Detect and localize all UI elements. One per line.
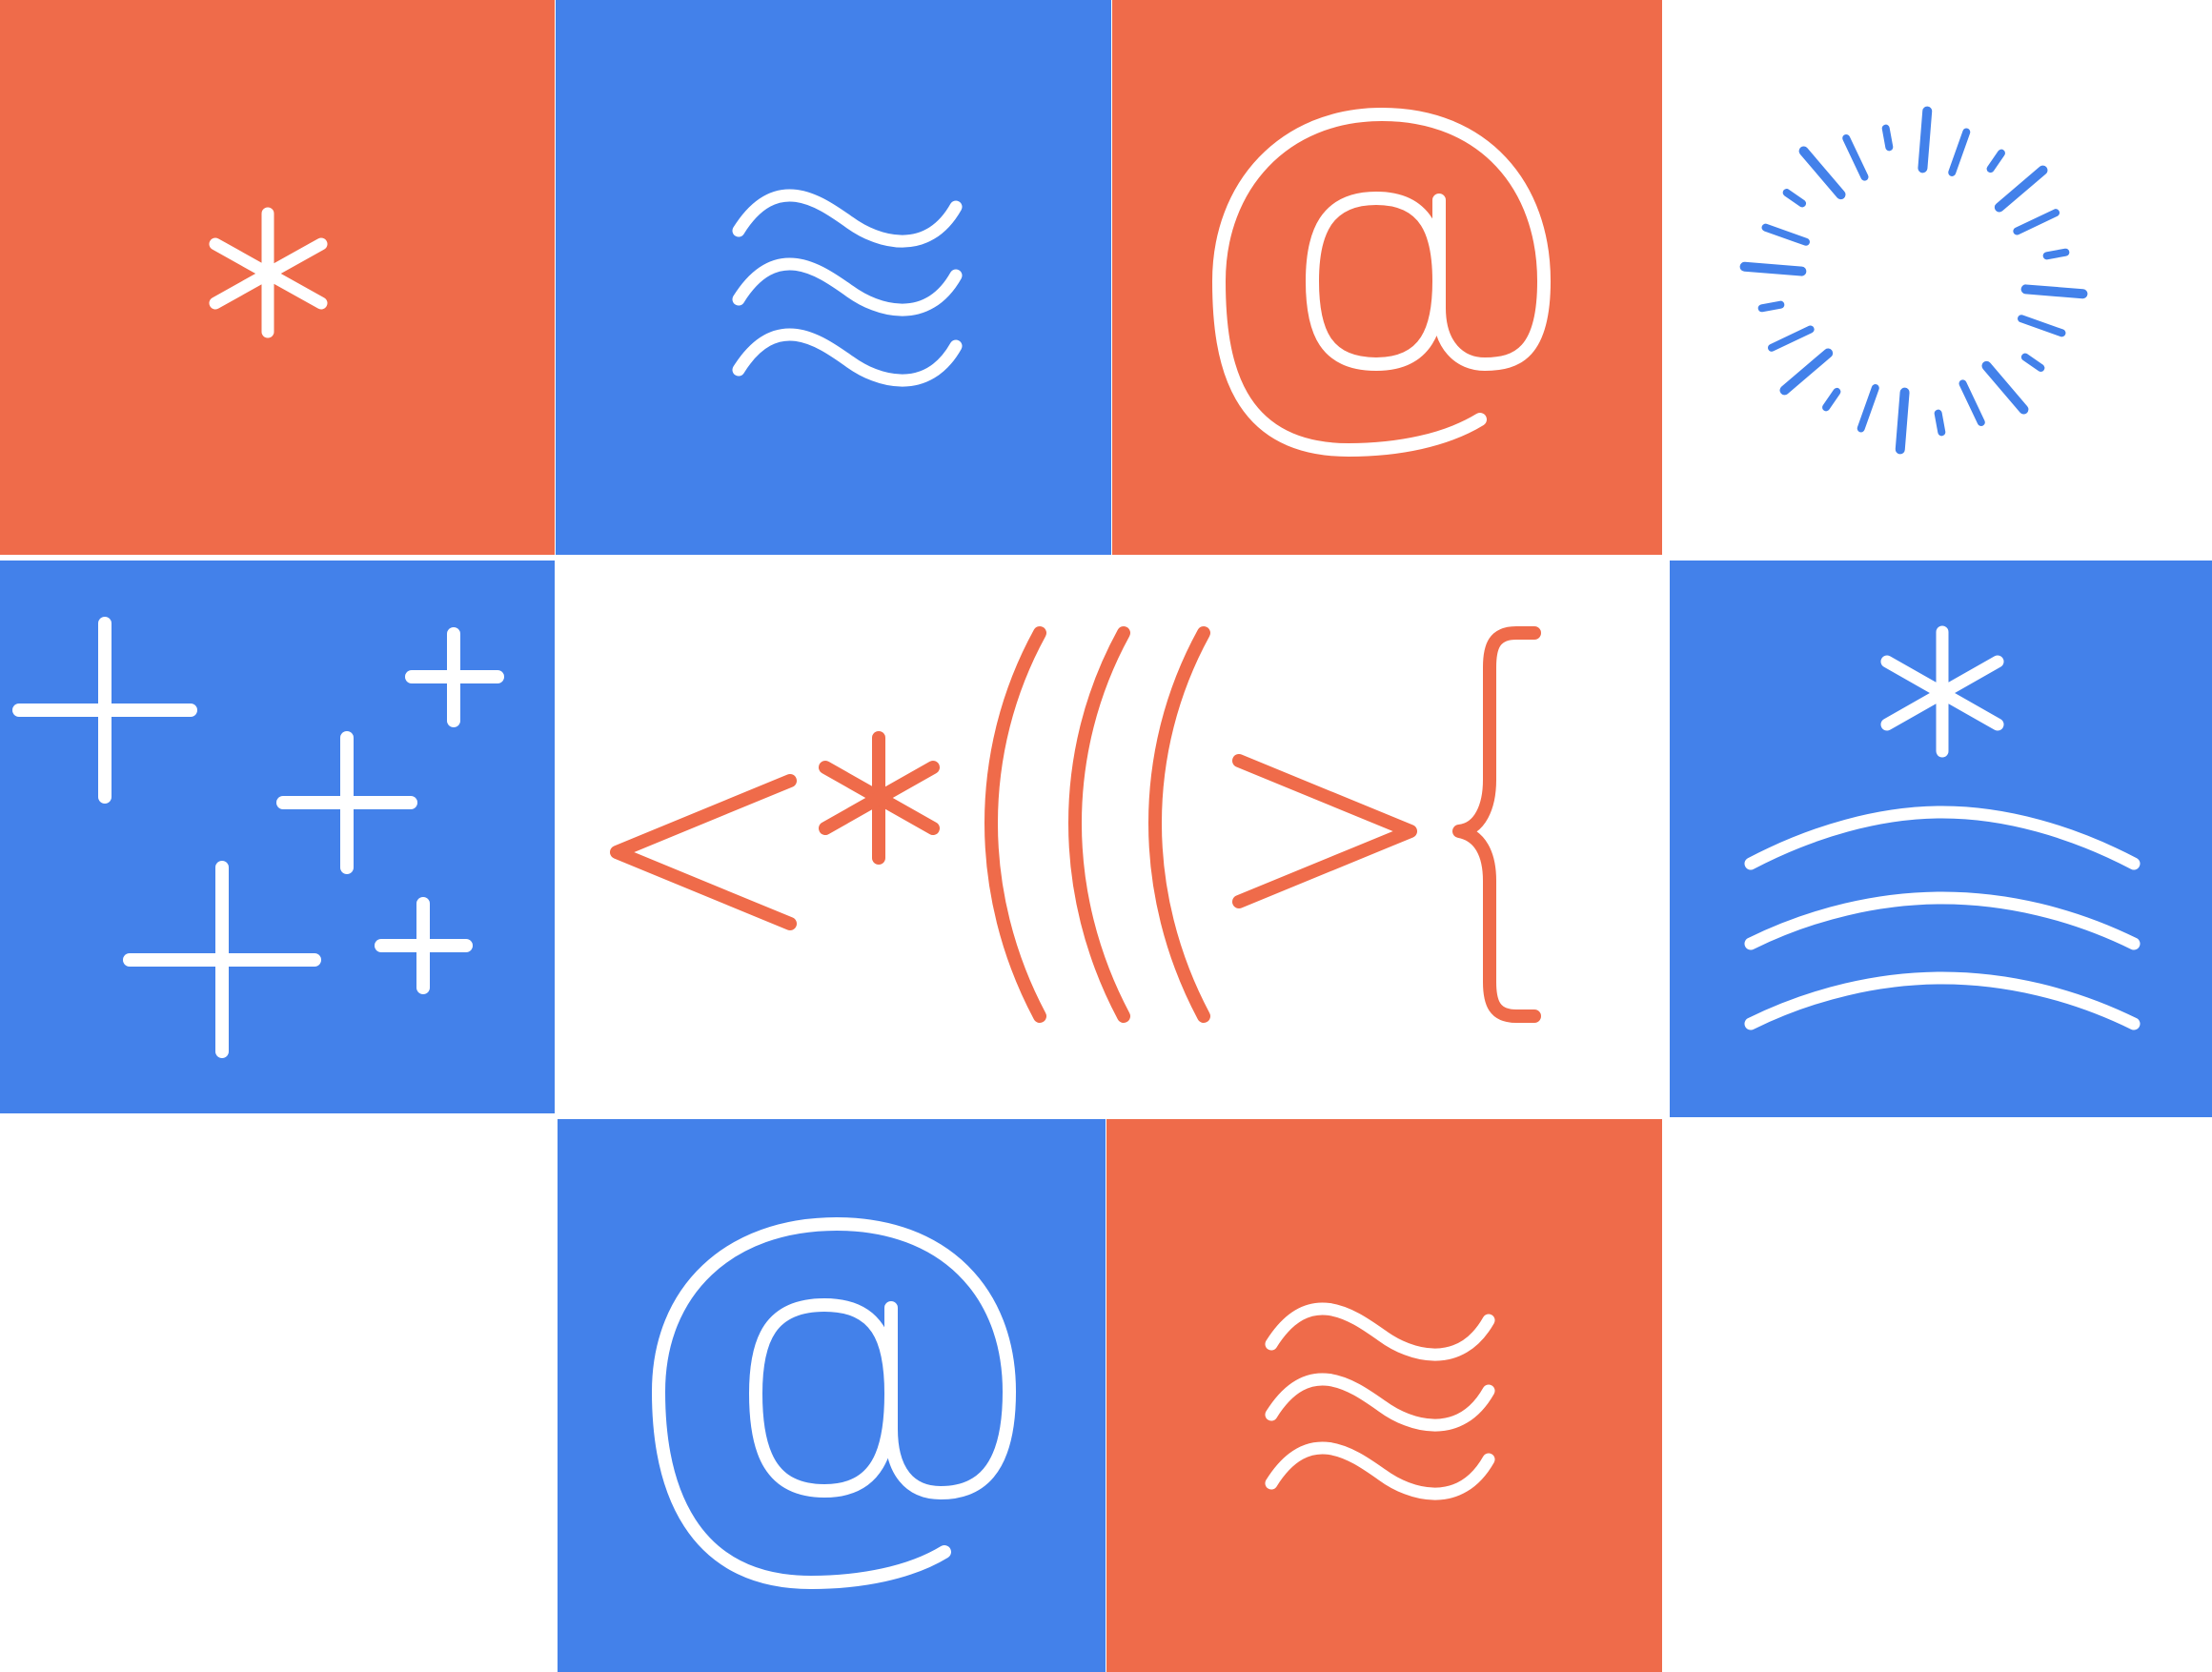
tile-burst xyxy=(1663,0,2212,555)
triple-tilde-icon xyxy=(732,189,963,387)
burst-ray xyxy=(1958,379,1985,427)
asterisk-over-arcs-icon xyxy=(1744,625,2141,1030)
burst-ray xyxy=(2020,353,2045,372)
burst-ray xyxy=(1779,348,1834,396)
burst-ray xyxy=(1761,223,1810,246)
tile-triple-tilde-orange xyxy=(1106,1119,1662,1672)
burst-ray xyxy=(1934,409,1946,437)
burst-ray xyxy=(1881,124,1894,152)
at-sign-icon xyxy=(652,1217,1016,1589)
burst-ray xyxy=(1895,387,1910,455)
burst-ray xyxy=(2042,248,2070,260)
tile-asterisk xyxy=(0,0,555,555)
burst-ray xyxy=(2020,284,2088,299)
burst-ray xyxy=(1994,165,2048,213)
burst-ray xyxy=(1857,384,1879,433)
triple-tilde-icon xyxy=(1265,1302,1495,1500)
asterisk-icon xyxy=(209,207,328,338)
at-sign-icon xyxy=(1212,108,1551,457)
burst-ray xyxy=(1986,149,2005,173)
symbol-string-icon xyxy=(610,626,1541,1023)
tile-asterisk-over-arcs xyxy=(1670,561,2212,1117)
burst-ray xyxy=(2018,315,2066,337)
tile-at-sign-blue xyxy=(558,1119,1106,1672)
burst-ray xyxy=(1948,128,1971,176)
burst-ray xyxy=(1822,387,1841,412)
burst-ray xyxy=(1842,133,1869,181)
burst-ray xyxy=(1918,106,1933,173)
tile-at-sign xyxy=(1112,0,1662,555)
burst-ray xyxy=(2013,209,2060,235)
burst-ray xyxy=(1981,360,2029,415)
less-than-glyph xyxy=(610,774,797,930)
tile-plus-cluster xyxy=(0,561,555,1113)
plus-cluster-icon xyxy=(12,617,504,1058)
tile-triple-tilde xyxy=(556,0,1111,555)
tile-symbol-string xyxy=(556,561,1661,1113)
burst-icon xyxy=(1739,106,2088,455)
burst-ray xyxy=(1739,261,1807,276)
burst-ray xyxy=(1757,300,1785,313)
burst-ray xyxy=(1782,189,1807,208)
burst-ray xyxy=(1767,325,1815,352)
burst-ray xyxy=(1798,146,1846,200)
